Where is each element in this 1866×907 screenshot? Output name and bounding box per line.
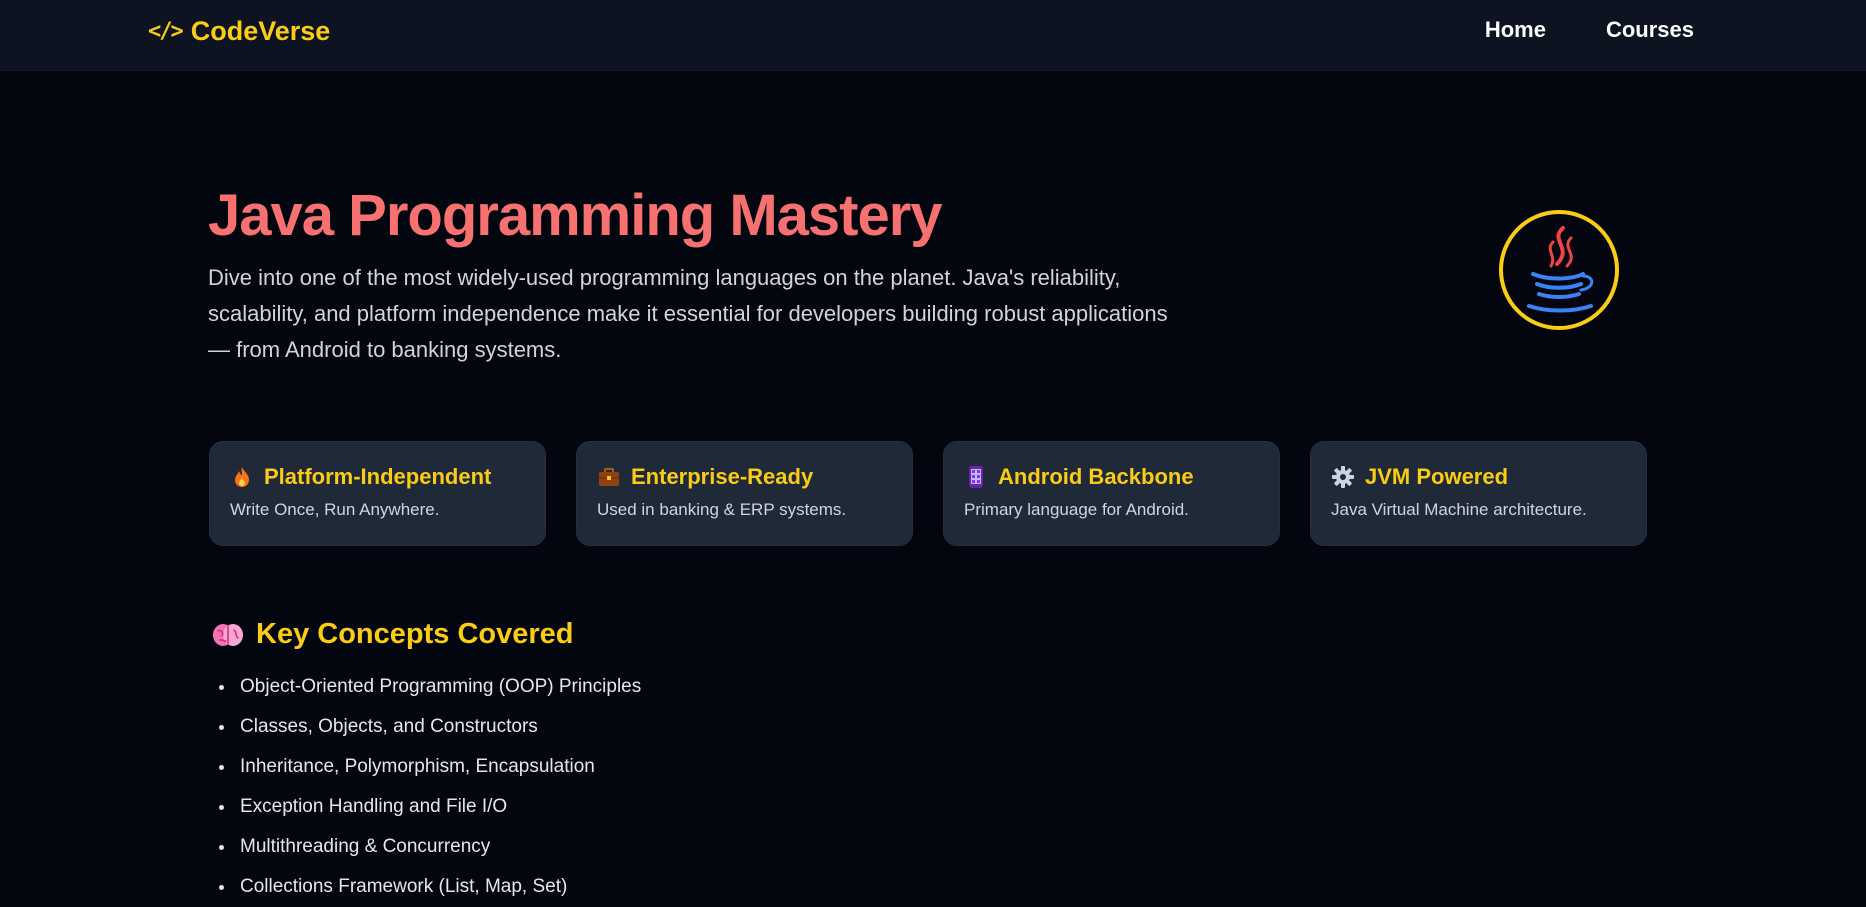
feature-card-title: Android Backbone <box>998 464 1194 489</box>
fire-icon <box>235 467 249 487</box>
code-brackets-icon: </> <box>148 19 184 44</box>
hero-description: Dive into one of the most widely-used pr… <box>208 265 1168 362</box>
feature-card-description: Primary language for Android. <box>964 500 1189 519</box>
briefcase-icon <box>599 468 619 486</box>
list-item: Exception Handling and File I/O <box>236 787 641 827</box>
gear-icon <box>1332 466 1354 488</box>
feature-card-platform-independent: Platform-Independent Write Once, Run Any… <box>209 441 546 546</box>
key-concepts-section: Key Concepts Covered Object-Oriented Pro… <box>212 618 641 907</box>
hero-section: Java Programming Mastery Dive into one o… <box>208 180 1208 368</box>
feature-card-android-backbone: Android Backbone Primary language for An… <box>943 441 1280 546</box>
feature-card-description: Write Once, Run Anywhere. <box>230 500 440 519</box>
list-item: Object-Oriented Programming (OOP) Princi… <box>236 667 641 707</box>
list-item: Inheritance, Polymorphism, Encapsulation <box>236 747 641 787</box>
feature-cards: Platform-Independent Write Once, Run Any… <box>209 441 1647 546</box>
feature-card-enterprise-ready: Enterprise-Ready Used in banking & ERP s… <box>576 441 913 546</box>
list-item: Collections Framework (List, Map, Set) <box>236 867 641 907</box>
feature-card-title: Platform-Independent <box>264 464 492 489</box>
top-navbar: </> CodeVerse Home Courses <box>0 0 1866 71</box>
page-title: Java Programming Mastery <box>208 183 943 248</box>
phone-icon <box>969 466 983 488</box>
feature-card-title: Enterprise-Ready <box>631 464 814 489</box>
list-item: Multithreading & Concurrency <box>236 827 641 867</box>
java-coffee-cup-icon <box>1499 210 1619 330</box>
list-item: Classes, Objects, and Constructors <box>236 707 641 747</box>
section-title: Key Concepts Covered <box>256 618 574 650</box>
nav-link-home[interactable]: Home <box>1485 17 1546 43</box>
nav-links: Home Courses <box>1485 17 1694 43</box>
feature-card-description: Used in banking & ERP systems. <box>597 500 847 519</box>
concepts-list: Object-Oriented Programming (OOP) Princi… <box>212 667 641 907</box>
brain-icon <box>213 623 243 646</box>
brand-logo[interactable]: </> CodeVerse <box>148 16 330 47</box>
feature-card-jvm-powered: JVM Powered Java Virtual Machine archite… <box>1310 441 1647 546</box>
feature-card-title: JVM Powered <box>1365 464 1509 489</box>
nav-link-courses[interactable]: Courses <box>1606 17 1694 43</box>
brand-name: CodeVerse <box>190 16 331 46</box>
feature-card-description: Java Virtual Machine architecture. <box>1331 500 1587 519</box>
